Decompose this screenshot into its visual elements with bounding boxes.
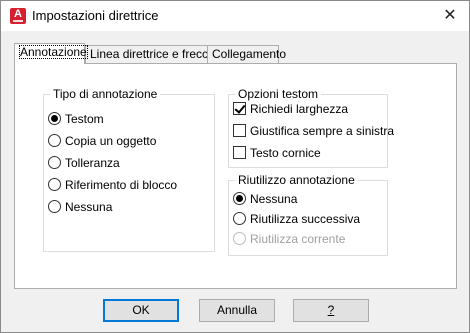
close-icon[interactable]: ✕ (439, 5, 461, 27)
radio-riutilizza-successiva[interactable]: Riutilizza successiva (233, 211, 360, 227)
option-label: Copia un oggetto (65, 134, 157, 148)
annotation-reuse-group: Riutilizzo annotazione Nessuna Riutilizz… (228, 173, 388, 256)
radio-indicator (48, 134, 61, 147)
tab-annotazione[interactable]: Annotazione (14, 43, 88, 64)
option-label: Nessuna (250, 192, 298, 206)
window-title: Impostazioni direttrice (32, 8, 159, 23)
checkbox-indicator (233, 124, 246, 137)
option-label: Riferimento di blocco (65, 178, 178, 192)
annotation-type-group: Tipo di annotazione Testom Copia un ogge… (43, 87, 215, 252)
help-label: ? (327, 303, 335, 317)
tab-linea-direttrice[interactable]: Linea direttrice e freccia (85, 45, 217, 64)
radio-indicator (48, 178, 61, 191)
radio-indicator (233, 232, 246, 245)
group-title: Tipo di annotazione (50, 87, 161, 101)
option-label: Richiedi larghezza (250, 102, 349, 116)
dialog-window: A Impostazioni direttrice ✕ Annotazione … (0, 0, 470, 333)
option-label: Giustifica sempre a sinistra (250, 124, 395, 138)
radio-nessuna[interactable]: Nessuna (48, 199, 112, 215)
option-label: Tolleranza (65, 156, 120, 170)
checkbox-richiedi-larghezza[interactable]: Richiedi larghezza (233, 101, 348, 117)
radio-indicator (48, 156, 61, 169)
radio-riutilizza-corrente: Riutilizza corrente (233, 231, 345, 247)
radio-indicator (233, 192, 246, 205)
group-title: Opzioni testom (235, 87, 322, 101)
radio-indicator (233, 212, 246, 225)
help-button[interactable]: ? (293, 299, 369, 322)
radio-copia-oggetto[interactable]: Copia un oggetto (48, 133, 156, 149)
checkbox-indicator (233, 102, 246, 115)
option-label: Riutilizza successiva (250, 212, 361, 226)
group-title: Riutilizzo annotazione (235, 173, 358, 187)
radio-reuse-nessuna[interactable]: Nessuna (233, 191, 297, 207)
radio-indicator (48, 112, 61, 125)
radio-riferimento-blocco[interactable]: Riferimento di blocco (48, 177, 177, 193)
option-label: Testo cornice (250, 146, 321, 160)
checkbox-indicator (233, 146, 246, 159)
ok-button[interactable]: OK (103, 299, 179, 322)
tab-panel-annotazione: Tipo di annotazione Testom Copia un ogge… (14, 63, 457, 289)
radio-indicator (48, 200, 61, 213)
cancel-button[interactable]: Annulla (199, 299, 275, 322)
checkbox-testo-cornice[interactable]: Testo cornice (233, 145, 321, 161)
tab-label: Annotazione (19, 45, 88, 59)
checkbox-giustifica-sinistra[interactable]: Giustifica sempre a sinistra (233, 123, 394, 139)
radio-testom[interactable]: Testom (48, 111, 104, 127)
mtext-options-group: Opzioni testom Richiedi larghezza Giusti… (228, 87, 394, 168)
tab-label: Linea direttrice e freccia (90, 47, 218, 61)
option-label: Testom (65, 112, 104, 126)
autocad-app-icon: A (10, 8, 26, 24)
option-label: Nessuna (65, 200, 113, 214)
title-bar: A Impostazioni direttrice ✕ (1, 1, 469, 31)
tab-collegamento[interactable]: Collegamento (207, 45, 286, 64)
radio-tolleranza[interactable]: Tolleranza (48, 155, 120, 171)
option-label: Riutilizza corrente (250, 232, 346, 246)
tab-label: Collegamento (212, 47, 287, 61)
